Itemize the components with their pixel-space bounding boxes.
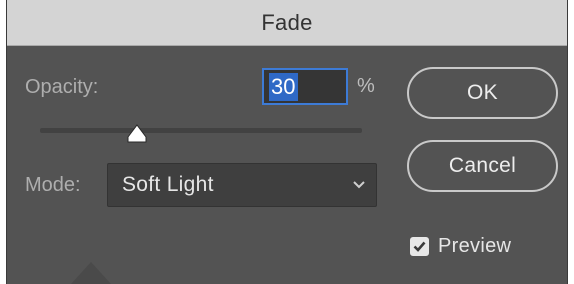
- dialog-title: Fade: [261, 9, 313, 35]
- preview-label: Preview: [438, 234, 512, 257]
- percent-unit: %: [357, 75, 375, 97]
- preview-checkbox[interactable]: [410, 236, 429, 256]
- opacity-label: Opacity:: [25, 76, 99, 98]
- opacity-input[interactable]: 30: [262, 68, 348, 105]
- chevron-down-icon: [353, 181, 365, 189]
- checkmark-icon: [413, 241, 426, 252]
- triangle-slider-thumb-icon[interactable]: [126, 124, 148, 144]
- mode-selected-value: Soft Light: [122, 173, 214, 196]
- resize-notch: [71, 262, 111, 284]
- fade-dialog: Fade Opacity: 30 % Mode: Soft Light OK C…: [6, 0, 568, 284]
- opacity-slider-track[interactable]: [40, 128, 362, 133]
- mode-select[interactable]: Soft Light: [107, 163, 377, 207]
- title-bar[interactable]: Fade: [7, 0, 567, 46]
- cancel-button[interactable]: Cancel: [407, 140, 558, 192]
- preview-toggle[interactable]: Preview: [410, 233, 511, 259]
- mode-label: Mode:: [25, 174, 81, 196]
- opacity-value: 30: [269, 72, 299, 101]
- ok-button[interactable]: OK: [407, 67, 558, 119]
